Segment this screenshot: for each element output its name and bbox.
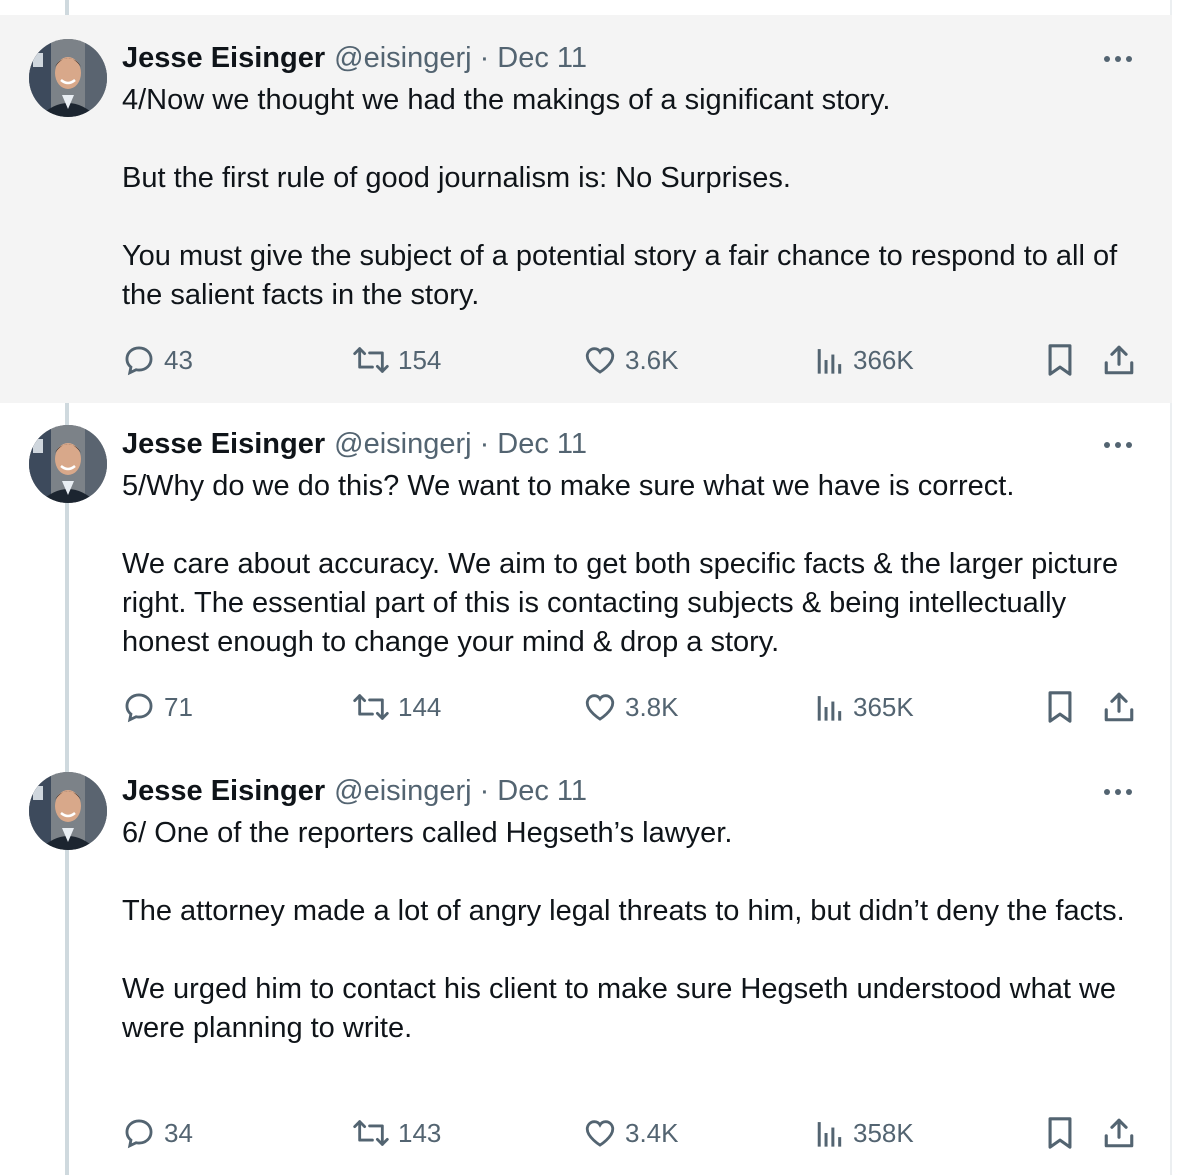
tweet-paragraph: We urged him to contact his client to ma… — [122, 973, 1117, 1044]
reply-button[interactable]: 34 — [122, 1113, 193, 1153]
like-count: 3.4K — [625, 1117, 679, 1148]
tweet-thread: Jesse Eisinger @eisingerj · Dec 11 4/Now… — [0, 0, 1200, 1175]
heart-icon — [585, 1120, 615, 1147]
share-icon — [1104, 345, 1134, 375]
share-button[interactable] — [1099, 340, 1139, 380]
bookmark-icon — [1048, 344, 1072, 376]
avatar[interactable] — [29, 39, 107, 117]
more-button[interactable] — [1100, 47, 1136, 71]
tweet-paragraph: We care about accuracy. We aim to get bo… — [122, 548, 1119, 658]
more-icon — [1104, 789, 1132, 795]
tweet-date[interactable]: Dec 11 — [497, 775, 587, 808]
reply-button[interactable]: 43 — [122, 340, 193, 380]
bookmark-button[interactable] — [1040, 340, 1080, 380]
more-button[interactable] — [1100, 780, 1136, 804]
author-handle[interactable]: @eisingerj — [334, 775, 471, 808]
repost-icon — [353, 347, 389, 373]
separator: · — [479, 774, 490, 807]
bookmark-icon — [1048, 691, 1072, 723]
reply-count: 34 — [164, 1117, 193, 1148]
like-button[interactable]: 3.4K — [583, 1113, 679, 1153]
views-icon — [817, 696, 842, 721]
tweet-text: 5/Why do we do this? We want to make sur… — [122, 467, 1152, 662]
view-count: 358K — [853, 1117, 914, 1148]
views-button[interactable]: 358K — [815, 1113, 914, 1153]
repost-icon — [353, 694, 389, 720]
repost-icon — [353, 1120, 389, 1146]
views-icon — [817, 349, 842, 374]
repost-count: 143 — [398, 1117, 442, 1148]
separator: · — [479, 427, 490, 460]
tweet-date[interactable]: Dec 11 — [497, 428, 587, 461]
separator: · — [479, 41, 490, 74]
author-name[interactable]: Jesse Eisinger — [122, 775, 325, 808]
tweet-header: Jesse Eisinger @eisingerj · Dec 11 — [122, 40, 587, 76]
tweet-paragraph: The attorney made a lot of angry legal t… — [122, 895, 1125, 927]
reply-count: 71 — [164, 691, 193, 722]
tweet-text: 6/ One of the reporters called Hegseth’s… — [122, 814, 1152, 1048]
like-button[interactable]: 3.8K — [583, 687, 679, 727]
share-button[interactable] — [1099, 1113, 1139, 1153]
tweet-paragraph: You must give the subject of a potential… — [122, 240, 1118, 311]
more-icon — [1104, 56, 1132, 62]
repost-button[interactable]: 143 — [352, 1113, 441, 1153]
reply-icon — [125, 1119, 153, 1149]
heart-icon — [585, 347, 615, 374]
reply-icon — [125, 693, 153, 723]
author-name[interactable]: Jesse Eisinger — [122, 42, 325, 75]
author-handle[interactable]: @eisingerj — [334, 42, 471, 75]
tweet-text: 4/Now we thought we had the makings of a… — [122, 81, 1152, 315]
repost-button[interactable]: 144 — [352, 687, 441, 727]
like-count: 3.8K — [625, 691, 679, 722]
bookmark-icon — [1048, 1117, 1072, 1149]
reply-button[interactable]: 71 — [122, 687, 193, 727]
tweet-paragraph: 5/Why do we do this? We want to make sur… — [122, 470, 1015, 502]
reply-count: 43 — [164, 344, 193, 375]
author-handle[interactable]: @eisingerj — [334, 428, 471, 461]
repost-count: 144 — [398, 691, 442, 722]
views-button[interactable]: 366K — [815, 340, 914, 380]
tweet-paragraph: 6/ One of the reporters called Hegseth’s… — [122, 817, 733, 849]
reply-icon — [125, 346, 153, 376]
tweet-date[interactable]: Dec 11 — [497, 42, 587, 75]
repost-count: 154 — [398, 344, 442, 375]
tweet-header: Jesse Eisinger @eisingerj · Dec 11 — [122, 426, 587, 462]
tweet[interactable]: Jesse Eisinger @eisingerj · Dec 11 6/ On… — [0, 750, 1172, 1175]
tweet-header: Jesse Eisinger @eisingerj · Dec 11 — [122, 773, 587, 809]
tweet[interactable]: Jesse Eisinger @eisingerj · Dec 11 4/Now… — [0, 15, 1172, 403]
more-button[interactable] — [1100, 433, 1136, 457]
heart-icon — [585, 694, 615, 721]
repost-button[interactable]: 154 — [352, 340, 441, 380]
share-button[interactable] — [1099, 687, 1139, 727]
share-icon — [1104, 1118, 1134, 1148]
like-button[interactable]: 3.6K — [583, 340, 679, 380]
tweet[interactable]: Jesse Eisinger @eisingerj · Dec 11 5/Why… — [0, 403, 1172, 750]
avatar[interactable] — [29, 772, 107, 850]
like-count: 3.6K — [625, 344, 679, 375]
author-name[interactable]: Jesse Eisinger — [122, 428, 325, 461]
view-count: 365K — [853, 691, 914, 722]
bookmark-button[interactable] — [1040, 1113, 1080, 1153]
views-icon — [817, 1122, 842, 1147]
view-count: 366K — [853, 344, 914, 375]
share-icon — [1104, 692, 1134, 722]
avatar[interactable] — [29, 425, 107, 503]
bookmark-button[interactable] — [1040, 687, 1080, 727]
more-icon — [1104, 442, 1132, 448]
tweet-paragraph: 4/Now we thought we had the makings of a… — [122, 84, 891, 116]
views-button[interactable]: 365K — [815, 687, 914, 727]
tweet-paragraph: But the first rule of good journalism is… — [122, 162, 791, 194]
